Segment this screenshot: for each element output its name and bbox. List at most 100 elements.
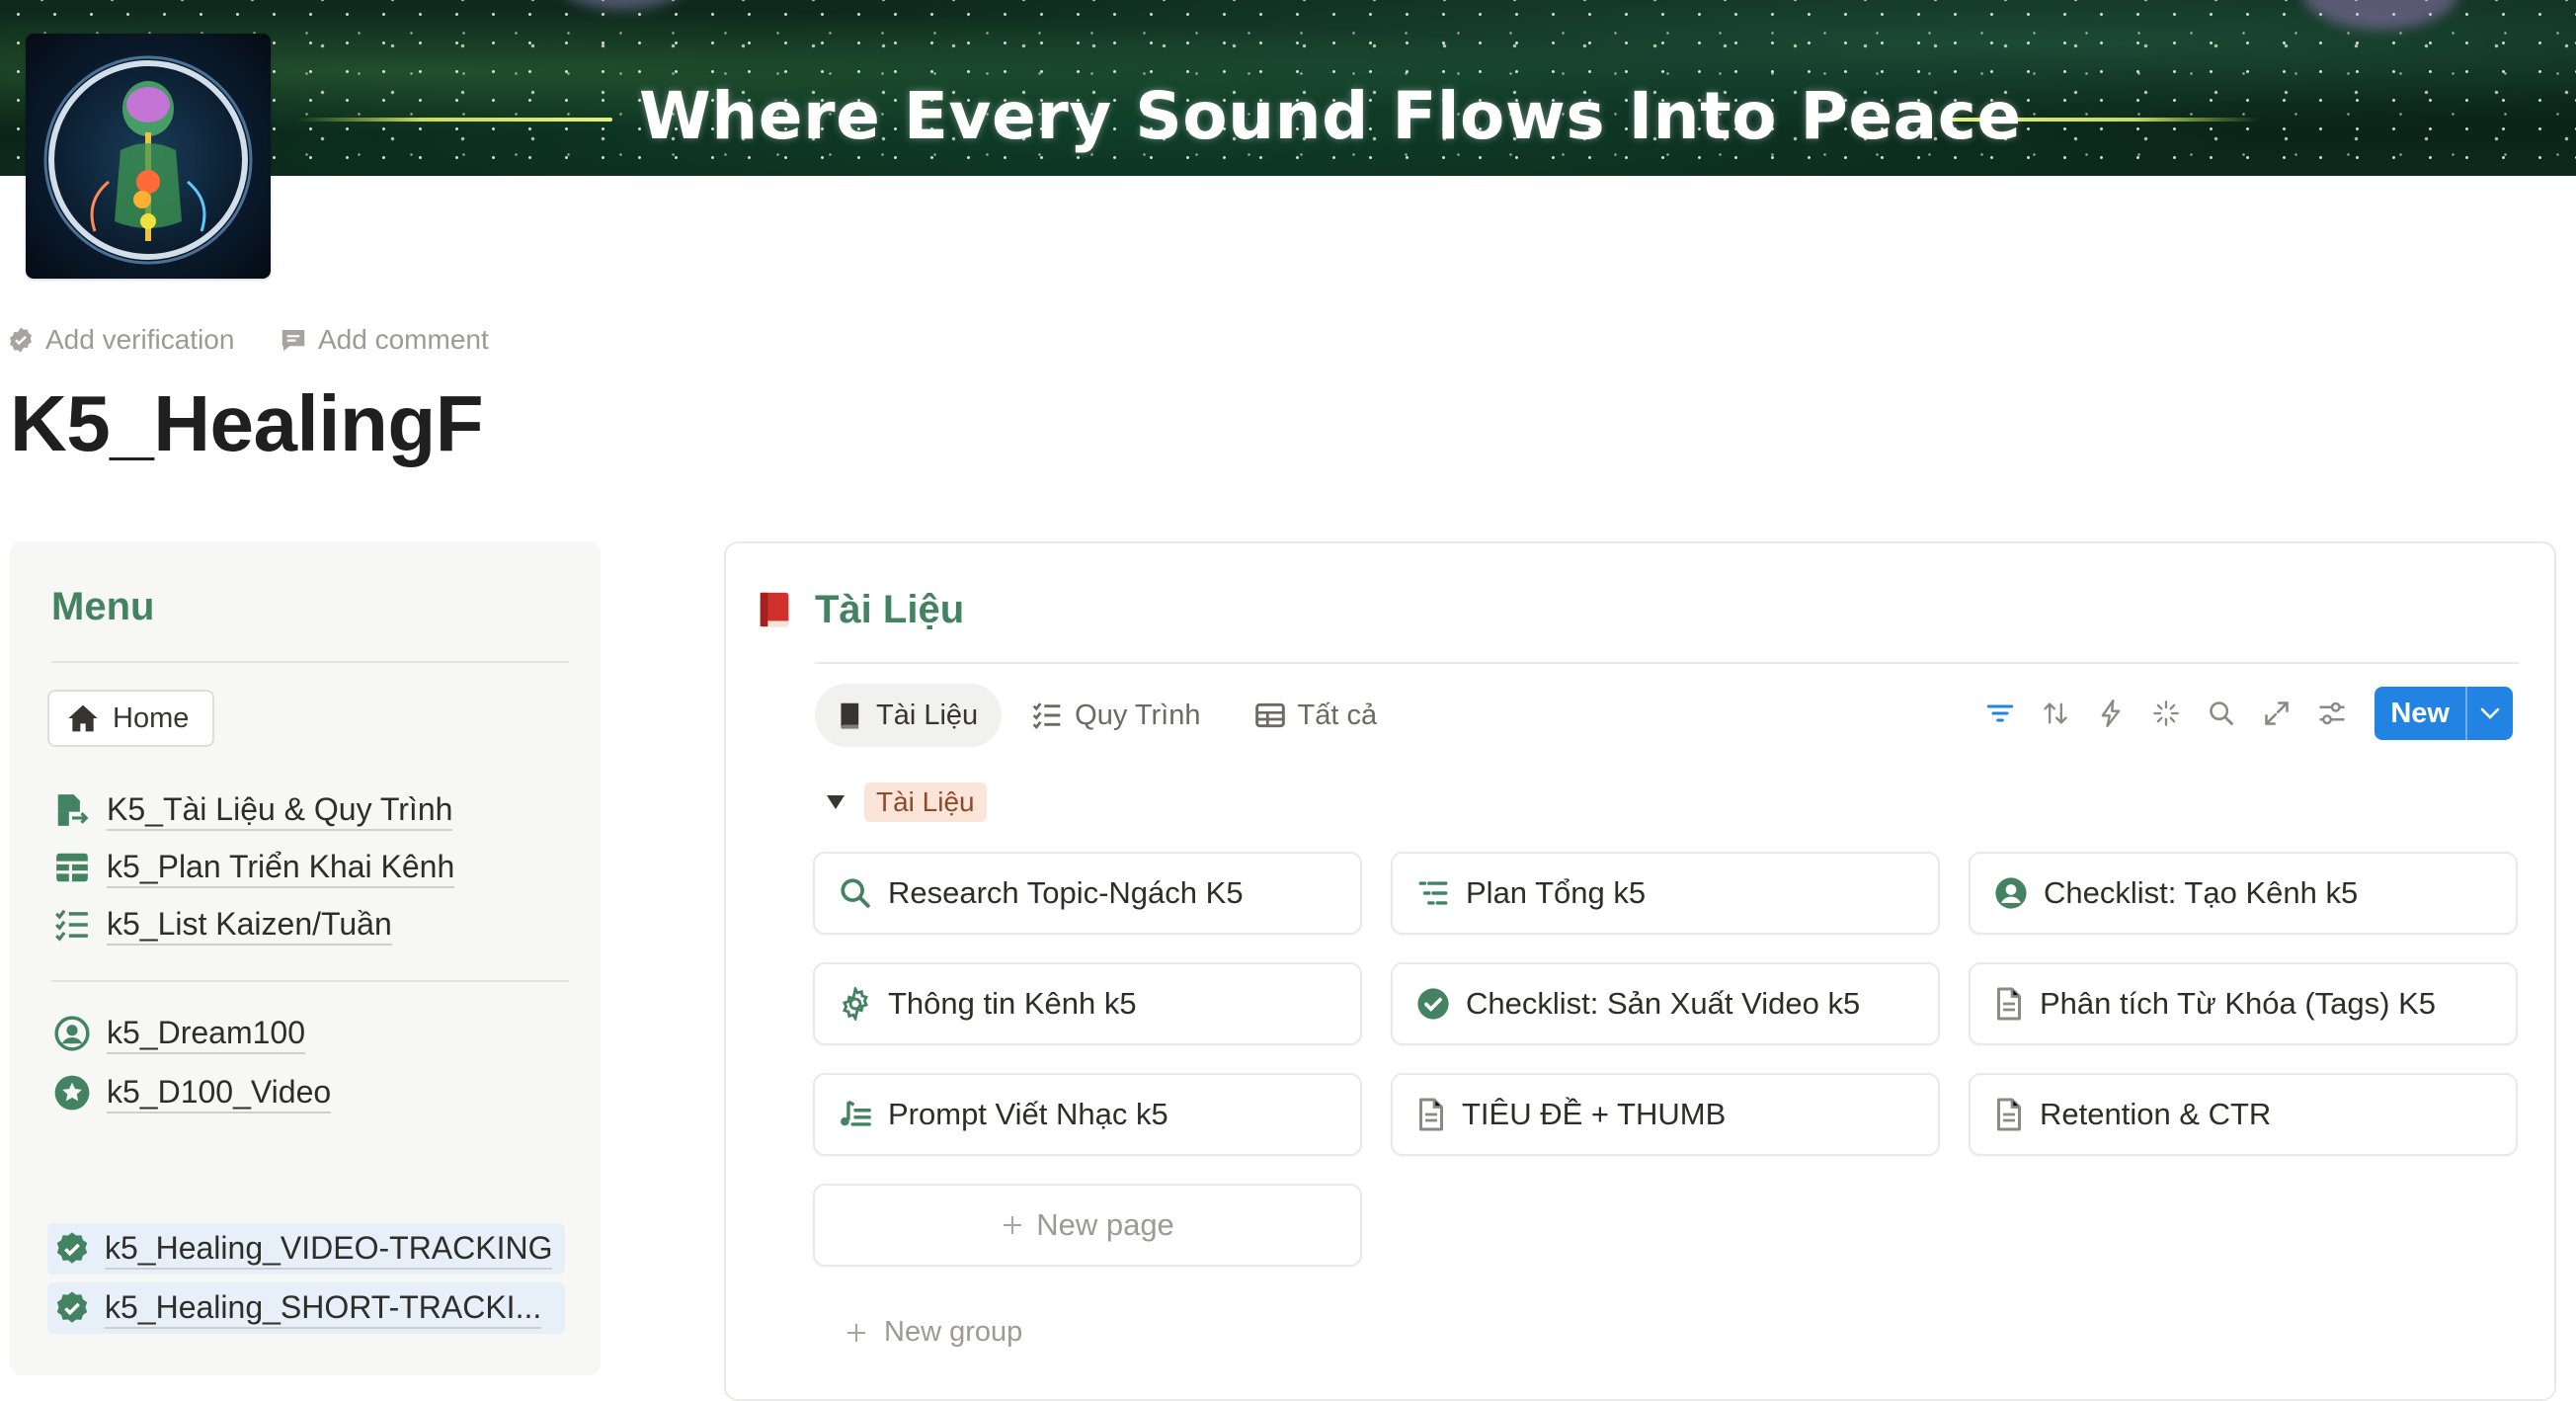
gear-icon [843, 987, 868, 1021]
menu-link-plan-trien-khai[interactable]: k5_Plan Triển Khai Kênh [53, 842, 455, 893]
menu-link-label: k5_Healing_VIDEO-TRACKING [105, 1228, 553, 1270]
ai-sparkle-icon[interactable] [2149, 697, 2183, 730]
list-indent-icon [1418, 881, 1448, 905]
database-divider [815, 662, 2519, 664]
page-icon-image[interactable] [26, 34, 271, 279]
tab-label: Tất cả [1297, 699, 1378, 731]
add-comment-label: Add comment [318, 324, 489, 355]
cover-subtitle: Where Every Sound Flows Into Peace [639, 78, 2022, 154]
music-list-icon [841, 1100, 871, 1126]
home-button-label: Home [113, 701, 190, 734]
tab-label: Quy Trình [1075, 699, 1201, 731]
add-verification-label: Add verification [45, 324, 235, 355]
menu-link-label: k5_D100_Video [107, 1072, 332, 1113]
settings-sliders-icon[interactable] [2315, 697, 2349, 730]
red-book-icon [760, 592, 789, 627]
star-badge-icon [54, 1075, 90, 1111]
card-title: Phân tích Từ Khóa (Tags) K5 [2040, 986, 2437, 1021]
menu-link-video-tracking[interactable]: k5_Healing_VIDEO-TRACKING [47, 1223, 565, 1275]
menu-link-label: k5_List Kaizen/Tuần [107, 904, 392, 946]
filter-icon[interactable] [1983, 697, 2017, 730]
table-icon [56, 853, 88, 882]
menu-link-short-tracking[interactable]: k5_Healing_SHORT-TRACKI... [47, 1282, 565, 1334]
card-title: Prompt Viết Nhạc k5 [888, 1097, 1168, 1131]
tab-quy-trinh[interactable]: Quy Trình [1009, 684, 1224, 747]
database-header: Tài Liệu [756, 585, 964, 634]
home-button[interactable]: Home [47, 690, 215, 747]
menu-divider [51, 980, 569, 982]
new-page-button[interactable]: New page [813, 1184, 1362, 1267]
menu-link-label: k5_Dream100 [107, 1013, 305, 1054]
card-tieu-de-thumb[interactable]: TIÊU ĐỀ + THUMB [1391, 1073, 1940, 1156]
database-title[interactable]: Tài Liệu [815, 585, 964, 634]
book-icon [841, 702, 859, 729]
menu-link-dream100[interactable]: k5_Dream100 [53, 1008, 305, 1059]
menu-link-list-kaizen[interactable]: k5_List Kaizen/Tuần [53, 899, 392, 950]
search-icon[interactable] [2205, 697, 2238, 730]
new-button-label: New [2390, 697, 2450, 729]
menu-link-label: K5_Tài Liệu & Quy Trình [107, 789, 453, 831]
page-icon [1997, 987, 2021, 1021]
page-icon [1419, 1098, 1443, 1131]
menu-link-d100-video[interactable]: k5_D100_Video [53, 1067, 332, 1118]
card-title: Research Topic-Ngách K5 [888, 875, 1244, 910]
card-title: Checklist: Sản Xuất Video k5 [1466, 986, 1861, 1021]
page-title[interactable]: K5_HealingF [10, 376, 484, 471]
user-circle-icon [54, 1016, 90, 1051]
comment-icon [282, 330, 305, 352]
plus-icon [1004, 1216, 1022, 1234]
search-icon [841, 878, 870, 908]
database-toolbar: New [1983, 684, 2513, 743]
plus-icon [847, 1323, 865, 1342]
sort-icon[interactable] [2039, 697, 2072, 730]
new-group-button[interactable]: New group [845, 1316, 1022, 1349]
checklist-icon [1032, 702, 1061, 730]
card-title: TIÊU ĐỀ + THUMB [1462, 1097, 1727, 1131]
card-thong-tin-kenh[interactable]: Thông tin Kênh k5 [813, 962, 1362, 1045]
tab-tat-ca[interactable]: Tất cả [1233, 684, 1402, 747]
card-checklist-tao-kenh[interactable]: Checklist: Tạo Kênh k5 [1969, 852, 2518, 935]
card-plan-tong[interactable]: Plan Tổng k5 [1391, 852, 1940, 935]
card-title: Checklist: Tạo Kênh k5 [2044, 875, 2359, 910]
add-comment-button[interactable]: Add comment [279, 320, 489, 360]
home-icon [68, 704, 98, 732]
verified-badge-icon [56, 1291, 88, 1323]
new-page-label: New page [1036, 1207, 1174, 1242]
group-header[interactable]: Tài Liệu [825, 783, 987, 822]
database-panel: Tài Liệu Tài Liệu Quy Trình Tất cả New T… [724, 541, 2556, 1401]
menu-link-label: k5_Plan Triển Khai Kênh [107, 847, 455, 888]
check-circle-icon [1417, 988, 1449, 1020]
card-research-topic[interactable]: Research Topic-Ngách K5 [813, 852, 1362, 935]
tab-tai-lieu[interactable]: Tài Liệu [815, 684, 1003, 747]
menu-link-label: k5_Healing_SHORT-TRACKI... [105, 1287, 542, 1329]
group-label: Tài Liệu [864, 783, 987, 822]
automation-bolt-icon[interactable] [2094, 697, 2128, 730]
verified-badge-icon [56, 1232, 88, 1264]
card-title: Plan Tổng k5 [1466, 875, 1647, 910]
page-icon [1997, 1098, 2021, 1131]
document-move-icon [57, 794, 89, 826]
cover-line-left [296, 118, 612, 122]
checklist-icon [55, 909, 88, 942]
new-button[interactable]: New [2375, 687, 2513, 740]
card-phan-tich-tu-khoa[interactable]: Phân tích Từ Khóa (Tags) K5 [1969, 962, 2518, 1045]
menu-panel: Menu Home K5_Tài Liệu & Quy Trình k5_Pla… [10, 541, 601, 1375]
card-title: Retention & CTR [2040, 1097, 2272, 1131]
card-retention-ctr[interactable]: Retention & CTR [1969, 1073, 2518, 1156]
tab-label: Tài Liệu [876, 699, 979, 731]
menu-link-tai-lieu-quy-trinh[interactable]: K5_Tài Liệu & Quy Trình [53, 784, 453, 836]
cover-banner: Where Every Sound Flows Into Peace [0, 0, 2576, 176]
new-group-label: New group [884, 1316, 1023, 1348]
menu-title: Menu [51, 585, 155, 628]
menu-divider [51, 661, 569, 663]
meditation-body-icon [43, 55, 253, 265]
view-tabs: Tài Liệu Quy Trình Tất cả [815, 684, 1401, 747]
user-circle-icon [1995, 877, 2027, 909]
expand-icon[interactable] [2260, 697, 2294, 730]
chevron-down-icon[interactable] [2465, 687, 2513, 740]
triangle-down-icon[interactable] [825, 793, 846, 811]
card-checklist-san-xuat[interactable]: Checklist: Sản Xuất Video k5 [1391, 962, 1940, 1045]
add-verification-button[interactable]: Add verification [6, 320, 234, 360]
verification-badge-icon [10, 327, 32, 353]
card-prompt-viet-nhac[interactable]: Prompt Viết Nhạc k5 [813, 1073, 1362, 1156]
